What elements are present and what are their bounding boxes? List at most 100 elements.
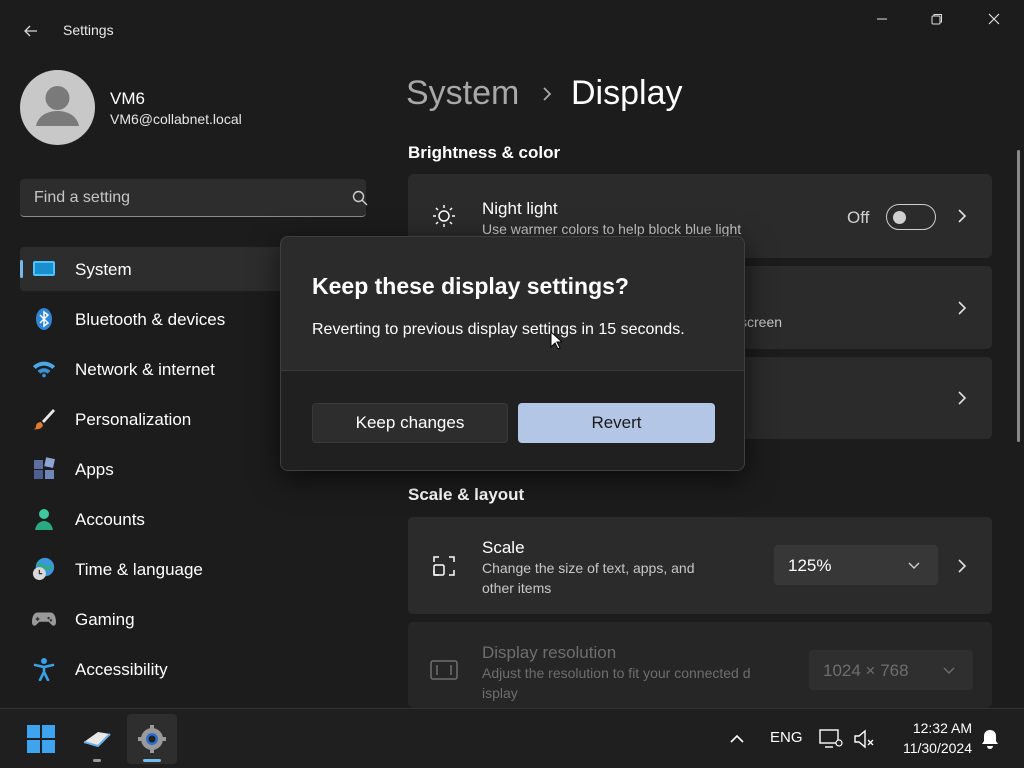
resolution-icon — [430, 656, 458, 684]
search-icon[interactable] — [350, 188, 370, 208]
arrow-left-icon — [24, 25, 37, 37]
sidebar-item-label: Bluetooth & devices — [75, 310, 226, 329]
scale-desc: Change the size of text, apps, and other… — [482, 558, 694, 598]
taskbar: ENG 12:32 AM 11/30/2024 — [0, 708, 1024, 768]
keep-settings-dialog: Keep these display settings? Reverting t… — [280, 236, 745, 471]
user-email: VM6@collabnet.local — [110, 111, 242, 127]
resolution-value: 1024 × 768 — [823, 661, 909, 680]
resolution-dropdown: 1024 × 768 — [809, 650, 973, 690]
speaker-muted-icon — [854, 729, 874, 749]
chevron-right-icon[interactable] — [952, 298, 972, 318]
chevron-right-icon[interactable] — [952, 556, 972, 576]
sidebar-item-gaming[interactable]: Gaming — [20, 597, 366, 641]
minimize-icon — [877, 18, 887, 20]
taskbar-app-button[interactable] — [72, 714, 122, 764]
scale-dropdown[interactable]: 125% — [774, 545, 938, 585]
clock-time[interactable]: 12:32 AM — [892, 720, 972, 736]
globe-clock-icon — [32, 557, 56, 581]
user-name: VM6 — [110, 89, 145, 108]
sidebar-item-label: System — [75, 260, 132, 279]
sidebar-item-label: Accessibility — [75, 660, 168, 679]
chevron-right-icon[interactable] — [952, 206, 972, 226]
wifi-icon — [32, 357, 56, 381]
app-title: Settings — [63, 22, 114, 38]
chevron-right-icon[interactable] — [952, 388, 972, 408]
sidebar-item-label: Apps — [75, 460, 114, 479]
sidebar-item-time-language[interactable]: Time & language — [20, 547, 366, 591]
search-input[interactable] — [20, 179, 330, 216]
chevron-down-icon — [908, 562, 920, 569]
scale-value: 125% — [788, 556, 832, 575]
page-title: Display — [571, 74, 683, 112]
sidebar-item-label: Time & language — [75, 560, 203, 579]
scale-card[interactable]: Scale Change the size of text, apps, and… — [408, 517, 992, 614]
sidebar-item-accessibility[interactable]: Accessibility — [20, 647, 366, 691]
restore-button[interactable] — [914, 4, 960, 34]
bluetooth-icon — [32, 307, 56, 331]
avatar[interactable] — [20, 70, 95, 145]
chevron-right-icon — [543, 87, 552, 101]
card-desc-tail: screen — [740, 314, 783, 330]
scale-desc-line1: Change the size of text, apps, and — [482, 560, 695, 576]
app-icon — [83, 732, 111, 748]
breadcrumb-parent[interactable]: System — [406, 74, 519, 113]
apps-icon — [32, 457, 56, 481]
search-box — [20, 179, 368, 217]
scrollbar[interactable] — [1017, 150, 1020, 442]
dialog-message: Reverting to previous display settings i… — [312, 321, 685, 338]
network-button[interactable] — [819, 727, 843, 751]
night-light-title: Night light — [482, 199, 558, 218]
account-icon — [32, 507, 56, 531]
section-title-scale-layout: Scale & layout — [408, 485, 525, 504]
volume-button[interactable] — [852, 727, 876, 751]
scale-title: Scale — [482, 538, 525, 557]
back-button[interactable] — [14, 14, 48, 48]
display-resolution-card: Display resolution Adjust the resolution… — [408, 622, 992, 708]
toggle-knob — [893, 211, 906, 224]
sidebar-item-label: Gaming — [75, 610, 135, 629]
system-icon — [32, 257, 56, 281]
scale-desc-line2: other items — [482, 580, 552, 596]
night-light-toggle[interactable] — [886, 204, 936, 230]
clock-date[interactable]: 11/30/2024 — [882, 740, 972, 756]
toggle-state-label: Off — [847, 208, 870, 227]
scale-icon — [430, 552, 458, 580]
sidebar-item-label: Network & internet — [75, 360, 215, 379]
resolution-title: Display resolution — [482, 643, 617, 662]
minimize-button[interactable] — [859, 4, 905, 34]
start-button[interactable] — [16, 714, 66, 764]
resolution-desc: Adjust the resolution to fit your connec… — [482, 663, 751, 703]
accessibility-icon — [32, 657, 56, 681]
mouse-cursor-icon — [550, 331, 562, 350]
running-indicator — [93, 759, 101, 762]
restore-icon — [931, 14, 942, 25]
taskbar-settings-button[interactable] — [127, 714, 177, 764]
dialog-footer: Keep changes Revert — [281, 370, 744, 470]
language-indicator[interactable]: ENG — [770, 729, 803, 746]
network-monitor-icon — [819, 729, 843, 748]
bell-icon — [982, 730, 998, 749]
resolution-desc-line2: isplay — [482, 685, 518, 701]
sidebar-item-label: Personalization — [75, 410, 192, 429]
active-indicator — [143, 759, 161, 762]
gamepad-icon — [32, 607, 56, 631]
section-title-brightness: Brightness & color — [408, 143, 561, 162]
keep-changes-button[interactable]: Keep changes — [312, 403, 508, 443]
title-bar: Settings — [0, 0, 1024, 60]
brush-icon — [32, 407, 56, 431]
user-silhouette-icon — [36, 86, 79, 126]
revert-button[interactable]: Revert — [518, 403, 715, 443]
sidebar-item-accounts[interactable]: Accounts — [20, 497, 366, 541]
sidebar-item-label: Accounts — [75, 510, 145, 529]
chevron-down-icon — [943, 667, 955, 674]
notifications-button[interactable] — [978, 727, 1002, 751]
resolution-desc-line1: Adjust the resolution to fit your connec… — [482, 665, 751, 681]
show-hidden-icons-button[interactable] — [725, 727, 749, 751]
close-icon — [988, 13, 1000, 25]
selected-indicator — [20, 260, 23, 278]
chevron-up-icon — [730, 734, 744, 743]
close-button[interactable] — [971, 4, 1017, 34]
sun-icon — [430, 202, 458, 230]
windows-logo-icon — [27, 725, 55, 753]
gear-icon — [138, 725, 166, 753]
